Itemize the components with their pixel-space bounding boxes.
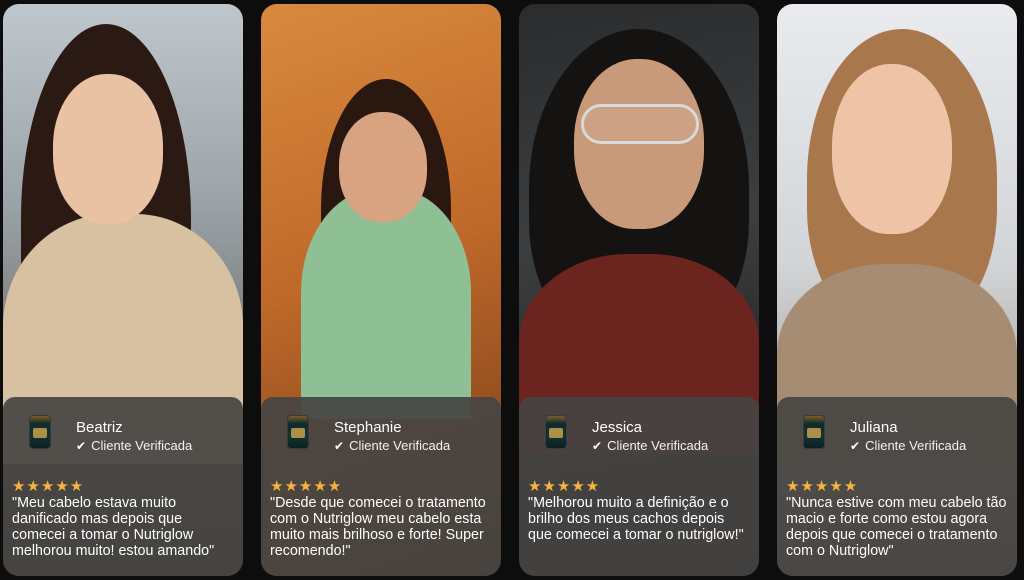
star-rating: ★★★★★ [12,478,85,495]
verified-badge: ✔ Cliente Verificada [850,438,966,453]
verified-label: Cliente Verificada [91,438,193,453]
testimonial-card: Jessica ✔ Cliente Verificada ★★★★★ "Melh… [519,4,759,576]
review-quote: "Desde que comecei o tratamento com o Nu… [270,495,486,559]
verified-badge: ✔ Cliente Verificada [334,438,450,453]
product-bottle-icon [287,415,309,449]
review-panel: Juliana ✔ Cliente Verificada ★★★★★ "Nunc… [777,397,1017,576]
review-panel: Stephanie ✔ Cliente Verificada ★★★★★ "De… [261,397,501,576]
verified-label: Cliente Verificada [607,438,709,453]
customer-name: Beatriz [76,419,123,436]
testimonial-card: Stephanie ✔ Cliente Verificada ★★★★★ "De… [261,4,501,576]
review-quote: "Meu cabelo estava muito danificado mas … [12,495,215,559]
product-bottle-icon [29,415,51,449]
verified-label: Cliente Verificada [865,438,967,453]
customer-name: Stephanie [334,419,402,436]
verified-badge: ✔ Cliente Verificada [76,438,192,453]
review-quote: "Nunca estive com meu cabelo tão macio e… [786,495,1007,559]
star-rating: ★★★★★ [270,478,343,495]
check-icon: ✔ [592,438,603,453]
product-bottle-icon [803,415,825,449]
review-panel: Jessica ✔ Cliente Verificada ★★★★★ "Melh… [519,397,759,576]
verified-label: Cliente Verificada [349,438,451,453]
product-bottle-icon [545,415,567,449]
testimonial-card: Juliana ✔ Cliente Verificada ★★★★★ "Nunc… [777,4,1017,576]
check-icon: ✔ [76,438,87,453]
testimonial-card: Beatriz ✔ Cliente Verificada ★★★★★ "Meu … [3,4,243,576]
customer-name: Juliana [850,419,898,436]
verified-badge: ✔ Cliente Verificada [592,438,708,453]
star-rating: ★★★★★ [786,478,859,495]
check-icon: ✔ [334,438,345,453]
review-quote: "Melhorou muito a definição e o brilho d… [528,495,744,543]
star-rating: ★★★★★ [528,478,601,495]
check-icon: ✔ [850,438,861,453]
review-panel: Beatriz ✔ Cliente Verificada ★★★★★ "Meu … [3,397,243,576]
customer-name: Jessica [592,419,643,436]
